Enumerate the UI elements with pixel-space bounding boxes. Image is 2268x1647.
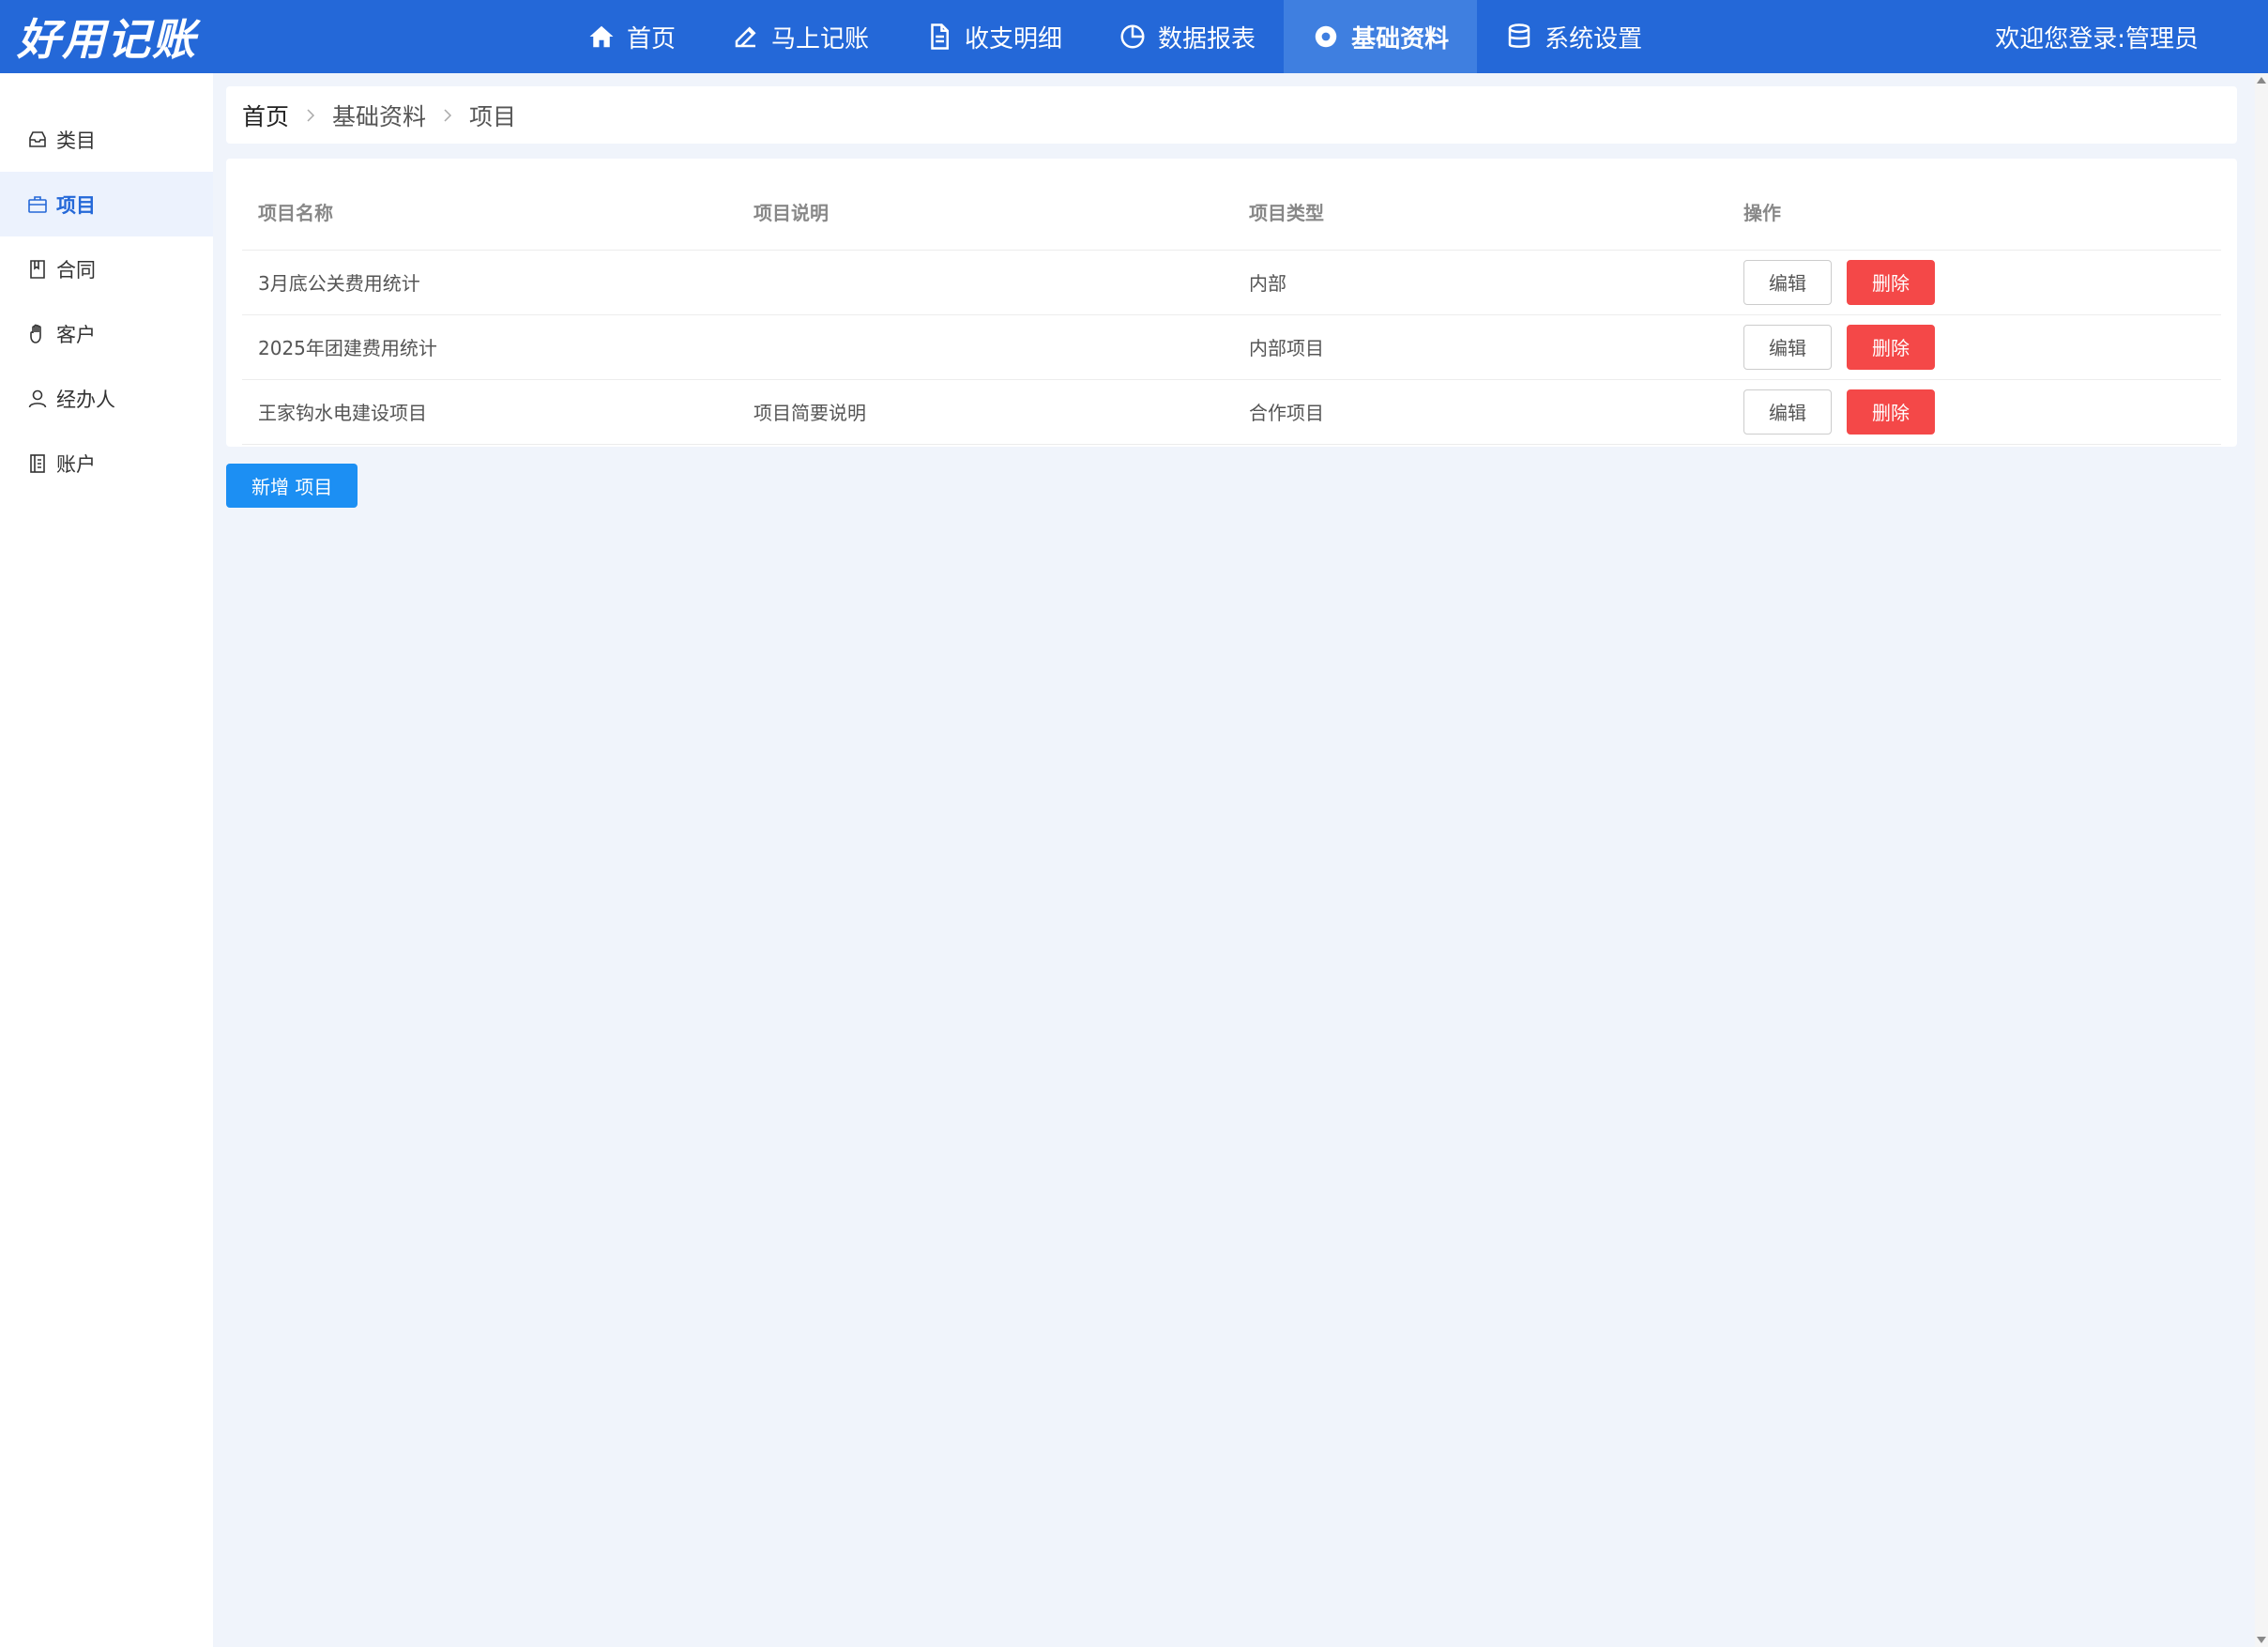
ledger-icon bbox=[30, 453, 45, 473]
pie-chart-icon bbox=[1120, 24, 1145, 49]
cell-type: 合作项目 bbox=[1233, 379, 1728, 445]
column-header-actions: 操作 bbox=[1728, 175, 2221, 251]
cell-actions: 编辑 删除 bbox=[1728, 314, 2221, 380]
briefcase-icon bbox=[28, 195, 47, 213]
app-logo: 好用记账 bbox=[17, 14, 197, 65]
delete-button[interactable]: 删除 bbox=[1847, 259, 1935, 305]
sidebar-item-label: 类目 bbox=[56, 129, 96, 152]
chevron-right-icon bbox=[439, 107, 456, 124]
edit-button[interactable]: 编辑 bbox=[1743, 259, 1832, 305]
add-project-button[interactable]: 新增 项目 bbox=[226, 464, 358, 508]
main-nav: 首页 马上记账 收支明细 数据报表 基础资料 系统设置 bbox=[559, 0, 1670, 73]
cell-description: 项目简要说明 bbox=[738, 379, 1233, 445]
breadcrumb-home[interactable]: 首页 bbox=[242, 99, 289, 132]
cell-description bbox=[738, 250, 1233, 315]
nav-home[interactable]: 首页 bbox=[559, 0, 704, 73]
breadcrumb-current: 项目 bbox=[469, 102, 517, 130]
table-row: 王家钩水电建设项目 项目简要说明 合作项目 编辑 删除 bbox=[242, 379, 2221, 445]
cell-actions: 编辑 删除 bbox=[1728, 250, 2221, 315]
delete-button[interactable]: 删除 bbox=[1847, 389, 1935, 435]
column-header-name: 项目名称 bbox=[242, 175, 738, 251]
edit-icon bbox=[735, 26, 756, 48]
page-scrollbar[interactable] bbox=[2255, 73, 2268, 1647]
sidebar-item-customer[interactable]: 客户 bbox=[0, 301, 213, 366]
document-icon bbox=[931, 23, 950, 50]
database-icon bbox=[1508, 23, 1530, 48]
chevron-right-icon bbox=[302, 107, 319, 124]
breadcrumb: 首页 基础资料 项目 bbox=[226, 86, 2237, 144]
nav-label: 基础资料 bbox=[1351, 24, 1450, 53]
nav-label: 数据报表 bbox=[1158, 24, 1256, 53]
sidebar-item-handler[interactable]: 经办人 bbox=[0, 366, 213, 431]
sidebar-item-label: 账户 bbox=[56, 452, 96, 476]
table-header-row: 项目名称 项目说明 项目类型 操作 bbox=[242, 175, 2221, 251]
project-table-card: 项目名称 项目说明 项目类型 操作 3月底公关费用统计 内部 编辑 删除 2025… bbox=[226, 159, 2237, 447]
nav-basic-data[interactable]: 基础资料 bbox=[1284, 0, 1478, 73]
edit-button[interactable]: 编辑 bbox=[1743, 389, 1832, 435]
nav-label: 首页 bbox=[627, 24, 677, 53]
cell-actions: 编辑 删除 bbox=[1728, 379, 2221, 445]
cell-name: 王家钩水电建设项目 bbox=[242, 379, 738, 445]
user-icon bbox=[28, 389, 47, 407]
gear-icon bbox=[1315, 25, 1337, 48]
column-header-type: 项目类型 bbox=[1233, 175, 1728, 251]
cell-type: 内部 bbox=[1233, 250, 1728, 315]
home-icon bbox=[589, 25, 614, 48]
scroll-up-arrow-icon[interactable] bbox=[2257, 77, 2266, 84]
project-table: 项目名称 项目说明 项目类型 操作 3月底公关费用统计 内部 编辑 删除 2025… bbox=[242, 175, 2221, 445]
sidebar-item-label: 经办人 bbox=[56, 388, 115, 411]
cell-description bbox=[738, 314, 1233, 380]
welcome-text: 欢迎您登录:管理员 bbox=[1995, 24, 2199, 53]
column-header-description: 项目说明 bbox=[738, 175, 1233, 251]
cell-type: 内部项目 bbox=[1233, 314, 1728, 380]
scroll-down-arrow-icon[interactable] bbox=[2257, 1637, 2266, 1643]
sidebar: 类目 项目 合同 客户 经办人 账户 bbox=[0, 73, 213, 1647]
nav-quick-record[interactable]: 马上记账 bbox=[704, 0, 897, 73]
nav-label: 马上记账 bbox=[771, 24, 870, 53]
book-icon bbox=[30, 259, 45, 279]
sidebar-item-account[interactable]: 账户 bbox=[0, 431, 213, 496]
sidebar-item-label: 合同 bbox=[56, 258, 96, 282]
delete-button[interactable]: 删除 bbox=[1847, 324, 1935, 370]
sidebar-item-contract[interactable]: 合同 bbox=[0, 236, 213, 301]
inbox-icon bbox=[29, 130, 46, 147]
top-navbar: 好用记账 首页 马上记账 收支明细 数据报表 基础资料 系统设置 欢迎您登录:管… bbox=[0, 0, 2268, 73]
sidebar-item-label: 项目 bbox=[56, 193, 96, 217]
cell-name: 3月底公关费用统计 bbox=[242, 250, 738, 315]
table-row: 2025年团建费用统计 内部项目 编辑 删除 bbox=[242, 314, 2221, 380]
sidebar-item-project[interactable]: 项目 bbox=[0, 172, 213, 236]
nav-reports[interactable]: 数据报表 bbox=[1090, 0, 1284, 73]
breadcrumb-basic-data[interactable]: 基础资料 bbox=[332, 99, 426, 132]
nav-system-settings[interactable]: 系统设置 bbox=[1477, 0, 1670, 73]
cell-name: 2025年团建费用统计 bbox=[242, 314, 738, 380]
sidebar-item-label: 客户 bbox=[56, 323, 96, 346]
nav-label: 系统设置 bbox=[1545, 24, 1643, 53]
hand-icon bbox=[30, 324, 41, 343]
table-row: 3月底公关费用统计 内部 编辑 删除 bbox=[242, 250, 2221, 315]
nav-transactions[interactable]: 收支明细 bbox=[897, 0, 1090, 73]
edit-button[interactable]: 编辑 bbox=[1743, 324, 1832, 370]
nav-label: 收支明细 bbox=[965, 24, 1063, 53]
sidebar-item-category[interactable]: 类目 bbox=[0, 107, 213, 172]
